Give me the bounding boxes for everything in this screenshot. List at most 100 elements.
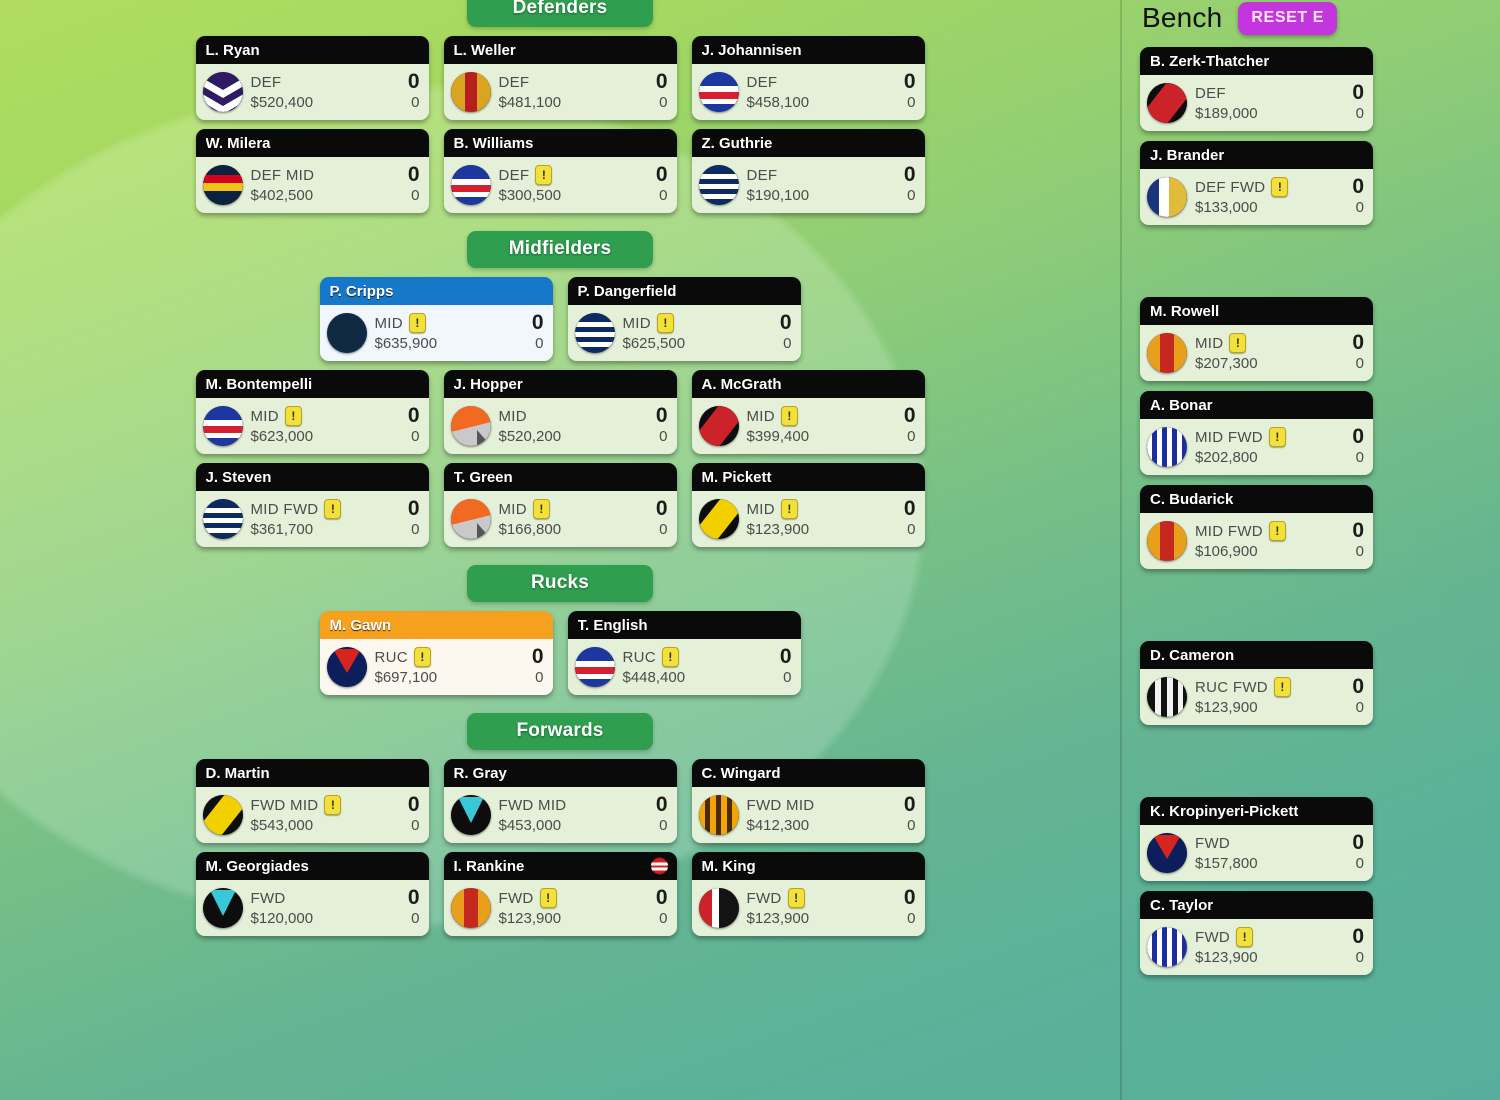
warning-icon[interactable]: ! — [780, 406, 798, 426]
warning-icon[interactable]: ! — [787, 888, 805, 908]
player-card-header[interactable]: M. Pickett — [691, 463, 925, 491]
player-card-body[interactable]: MID FWD! $361,700 0 0 — [195, 491, 429, 547]
player-card-header[interactable]: J. Johannisen — [691, 36, 925, 64]
player-card[interactable]: M. Rowell MID! $207,300 0 0 — [1140, 297, 1373, 381]
warning-icon[interactable]: ! — [1236, 927, 1254, 947]
player-card[interactable]: J. Steven MID FWD! $361,700 0 0 — [195, 463, 429, 547]
player-card-body[interactable]: FWD $157,800 0 0 — [1140, 825, 1373, 881]
player-card[interactable]: C. Taylor FWD! $123,900 0 0 — [1140, 891, 1373, 975]
player-card-body[interactable]: MID $520,200 0 0 — [443, 398, 677, 454]
player-card-header[interactable]: C. Wingard — [691, 759, 925, 787]
player-card-header[interactable]: M. Rowell — [1140, 297, 1373, 325]
warning-icon[interactable]: ! — [661, 647, 679, 667]
player-card[interactable]: A. Bonar MID FWD! $202,800 0 0 — [1140, 391, 1373, 475]
player-card-header[interactable]: M. Georgiades — [195, 852, 429, 880]
player-card[interactable]: P. Cripps MID! $635,900 0 0 — [319, 277, 553, 361]
player-card[interactable]: B. Zerk-Thatcher DEF $189,000 0 0 — [1140, 47, 1373, 131]
player-card-body[interactable]: MID! $207,300 0 0 — [1140, 325, 1373, 381]
player-card-body[interactable]: MID! $399,400 0 0 — [691, 398, 925, 454]
warning-icon[interactable]: ! — [532, 499, 550, 519]
reset-button[interactable]: RESET E — [1238, 1, 1338, 35]
warning-icon[interactable]: ! — [413, 647, 431, 667]
warning-icon[interactable]: ! — [656, 313, 674, 333]
player-card-header[interactable]: B. Williams — [443, 129, 677, 157]
player-card-body[interactable]: DEF $520,400 0 0 — [195, 64, 429, 120]
player-card[interactable]: C. Wingard FWD MID $412,300 0 0 — [691, 759, 925, 843]
player-card-body[interactable]: DEF $190,100 0 0 — [691, 157, 925, 213]
player-card[interactable]: Z. Guthrie DEF $190,100 0 0 — [691, 129, 925, 213]
player-card-body[interactable]: RUC! $697,100 0 0 — [319, 639, 553, 695]
player-card-body[interactable]: MID! $623,000 0 0 — [195, 398, 429, 454]
warning-icon[interactable]: ! — [1268, 521, 1286, 541]
warning-icon[interactable]: ! — [284, 406, 302, 426]
player-card-body[interactable]: MID! $166,800 0 0 — [443, 491, 677, 547]
player-card-header[interactable]: P. Dangerfield — [567, 277, 801, 305]
player-card-header[interactable]: D. Cameron — [1140, 641, 1373, 669]
warning-icon[interactable]: ! — [1268, 427, 1286, 447]
warning-icon[interactable]: ! — [539, 888, 557, 908]
player-card-header[interactable]: L. Ryan — [195, 36, 429, 64]
player-card-header[interactable]: M. Gawn — [319, 611, 553, 639]
player-card-header[interactable]: L. Weller — [443, 36, 677, 64]
player-card[interactable]: D. Cameron RUC FWD! $123,900 0 0 — [1140, 641, 1373, 725]
player-card-body[interactable]: DEF FWD! $133,000 0 0 — [1140, 169, 1373, 225]
player-card-header[interactable]: M. Bontempelli — [195, 370, 429, 398]
player-card[interactable]: M. Gawn RUC! $697,100 0 0 — [319, 611, 553, 695]
player-card-body[interactable]: FWD MID! $543,000 0 0 — [195, 787, 429, 843]
player-card[interactable]: M. Bontempelli MID! $623,000 0 0 — [195, 370, 429, 454]
player-card-body[interactable]: MID! $123,900 0 0 — [691, 491, 925, 547]
player-card-header[interactable]: T. Green — [443, 463, 677, 491]
warning-icon[interactable]: ! — [324, 499, 342, 519]
player-card-header[interactable]: C. Budarick — [1140, 485, 1373, 513]
player-card-body[interactable]: DEF! $300,500 0 0 — [443, 157, 677, 213]
warning-icon[interactable]: ! — [1229, 333, 1247, 353]
player-card-header[interactable]: B. Zerk-Thatcher — [1140, 47, 1373, 75]
player-card-header[interactable]: C. Taylor — [1140, 891, 1373, 919]
player-card-header[interactable]: A. Bonar — [1140, 391, 1373, 419]
player-card-body[interactable]: DEF MID $402,500 0 0 — [195, 157, 429, 213]
player-card[interactable]: J. Johannisen DEF $458,100 0 0 — [691, 36, 925, 120]
warning-icon[interactable]: ! — [408, 313, 426, 333]
player-card-body[interactable]: MID FWD! $202,800 0 0 — [1140, 419, 1373, 475]
warning-icon[interactable]: ! — [535, 165, 553, 185]
player-card[interactable]: L. Weller DEF $481,100 0 0 — [443, 36, 677, 120]
player-card[interactable]: P. Dangerfield MID! $625,500 0 0 — [567, 277, 801, 361]
player-card[interactable]: M. King FWD! $123,900 0 0 — [691, 852, 925, 936]
player-card[interactable]: R. Gray FWD MID $453,000 0 0 — [443, 759, 677, 843]
player-card[interactable]: T. English RUC! $448,400 0 0 — [567, 611, 801, 695]
player-card[interactable]: K. Kropinyeri-Pickett FWD $157,800 0 0 — [1140, 797, 1373, 881]
player-card-header[interactable]: A. McGrath — [691, 370, 925, 398]
player-card-body[interactable]: RUC! $448,400 0 0 — [567, 639, 801, 695]
player-card-header[interactable]: P. Cripps — [319, 277, 553, 305]
player-card[interactable]: B. Williams DEF! $300,500 0 0 — [443, 129, 677, 213]
player-card[interactable]: M. Georgiades FWD $120,000 0 0 — [195, 852, 429, 936]
warning-icon[interactable]: ! — [1273, 677, 1291, 697]
player-card-body[interactable]: FWD MID $453,000 0 0 — [443, 787, 677, 843]
player-card-body[interactable]: FWD! $123,900 0 0 — [1140, 919, 1373, 975]
player-card[interactable]: A. McGrath MID! $399,400 0 0 — [691, 370, 925, 454]
player-card-body[interactable]: FWD $120,000 0 0 — [195, 880, 429, 936]
player-card-header[interactable]: R. Gray — [443, 759, 677, 787]
player-card-header[interactable]: W. Milera — [195, 129, 429, 157]
player-card[interactable]: J. Hopper MID $520,200 0 0 — [443, 370, 677, 454]
player-card-body[interactable]: DEF $189,000 0 0 — [1140, 75, 1373, 131]
player-card-header[interactable]: D. Martin — [195, 759, 429, 787]
player-card[interactable]: C. Budarick MID FWD! $106,900 0 0 — [1140, 485, 1373, 569]
warning-icon[interactable]: ! — [1271, 177, 1289, 197]
player-card[interactable]: D. Martin FWD MID! $543,000 0 0 — [195, 759, 429, 843]
player-card-body[interactable]: FWD! $123,900 0 0 — [443, 880, 677, 936]
player-card[interactable]: T. Green MID! $166,800 0 0 — [443, 463, 677, 547]
player-card-header[interactable]: T. English — [567, 611, 801, 639]
player-card-body[interactable]: MID! $635,900 0 0 — [319, 305, 553, 361]
player-card-body[interactable]: MID FWD! $106,900 0 0 — [1140, 513, 1373, 569]
player-card-body[interactable]: FWD MID $412,300 0 0 — [691, 787, 925, 843]
player-card-header[interactable]: I. Rankine — [443, 852, 677, 880]
player-card-body[interactable]: DEF $458,100 0 0 — [691, 64, 925, 120]
warning-icon[interactable]: ! — [780, 499, 798, 519]
player-card[interactable]: W. Milera DEF MID $402,500 0 0 — [195, 129, 429, 213]
player-card-body[interactable]: MID! $625,500 0 0 — [567, 305, 801, 361]
player-card[interactable]: J. Brander DEF FWD! $133,000 0 0 — [1140, 141, 1373, 225]
player-card-header[interactable]: Z. Guthrie — [691, 129, 925, 157]
player-card-body[interactable]: RUC FWD! $123,900 0 0 — [1140, 669, 1373, 725]
player-card[interactable]: M. Pickett MID! $123,900 0 0 — [691, 463, 925, 547]
